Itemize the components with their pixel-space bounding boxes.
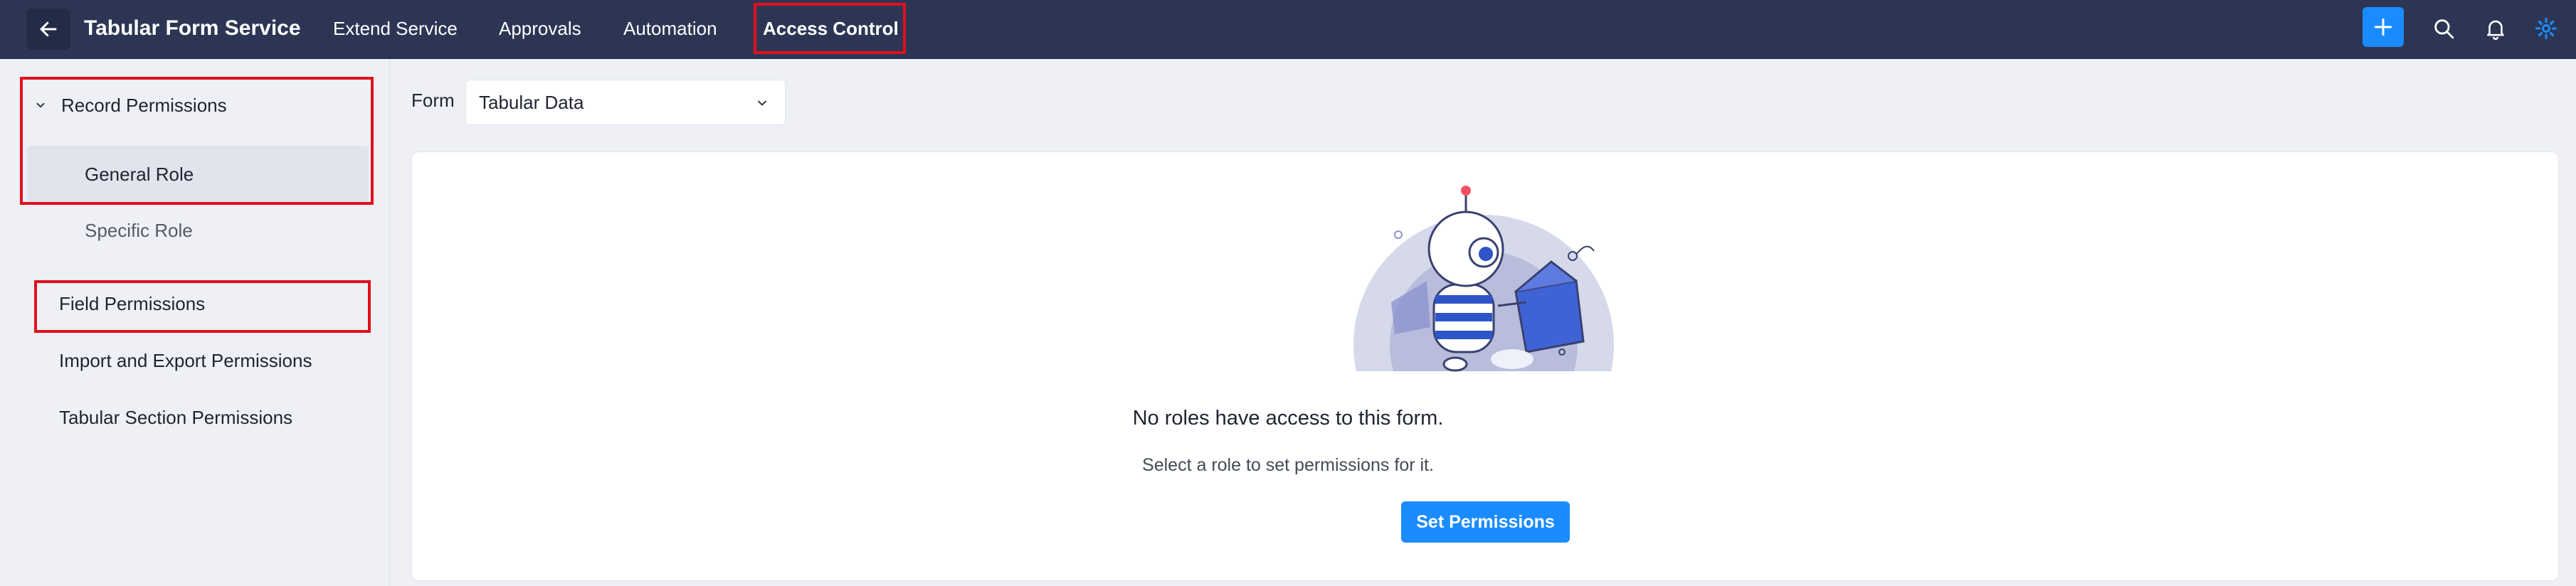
highlight-record-permissions [20,77,374,205]
top-bar: Tabular Form Service Extend Service Appr… [0,0,2576,59]
nav-automation[interactable]: Automation [623,0,717,59]
sidebar-item-import-export-permissions[interactable]: Import and Export Permissions [0,332,390,389]
notifications-button[interactable] [2481,14,2510,43]
bell-icon [2487,20,2504,41]
form-select[interactable]: Tabular Data [465,80,786,125]
search-icon [2434,19,2454,39]
highlight-access-control [754,3,906,54]
sidebar-item-label: Specific Role [85,219,193,241]
back-button[interactable] [26,9,70,50]
gear-icon [2535,17,2557,40]
sidebar-item-label: Import and Export Permissions [59,349,312,371]
plus-icon [2374,18,2392,36]
highlight-field-permissions [34,280,371,333]
empty-state-robot-illustration [1353,186,1614,372]
empty-state-subtitle: Select a role to set permissions for it. [1142,455,1434,475]
nav-extend-service[interactable]: Extend Service [333,0,458,59]
search-button[interactable] [2429,14,2458,43]
sidebar-item-specific-role[interactable]: Specific Role [0,202,390,259]
add-button[interactable] [2363,7,2404,47]
app-title: Tabular Form Service [84,16,301,40]
nav-approvals[interactable]: Approvals [499,0,581,59]
form-label: Form [411,90,455,111]
back-arrow-icon [40,21,57,37]
chevron-down-icon [758,100,766,106]
settings-button[interactable] [2532,14,2560,43]
set-permissions-button[interactable]: Set Permissions [1401,501,1570,543]
form-select-value: Tabular Data [479,91,584,113]
empty-state-title: No roles have access to this form. [1132,407,1444,430]
